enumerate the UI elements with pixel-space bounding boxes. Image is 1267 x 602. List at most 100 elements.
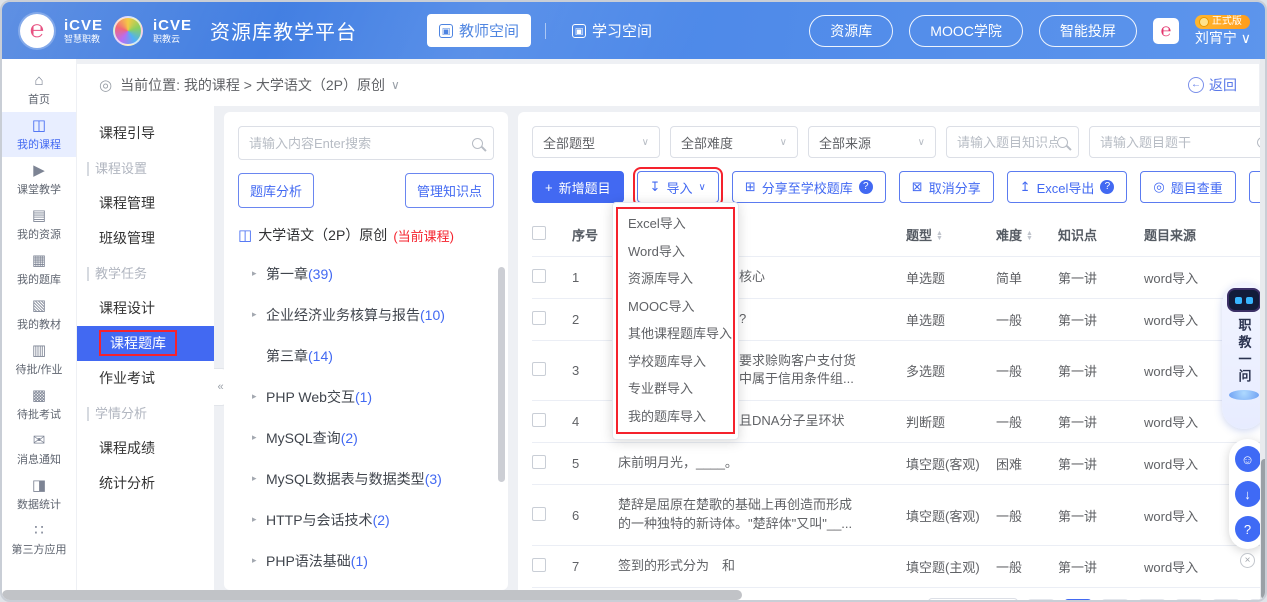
question-stem[interactable]: 床前明月光，____。 xyxy=(618,443,906,485)
menu-item[interactable]: 班级管理 xyxy=(77,221,214,256)
expand-arrow-icon[interactable]: ▸ xyxy=(252,514,266,525)
tree-node[interactable]: ▸ HTTP与会话技术(2) xyxy=(238,499,494,540)
tree-node[interactable]: 第三章(14) xyxy=(238,335,494,376)
help-icon[interactable]: ? xyxy=(859,180,873,194)
row-checkbox[interactable] xyxy=(532,311,546,325)
stem-search-input[interactable] xyxy=(1100,135,1257,150)
expand-arrow-icon[interactable]: ▸ xyxy=(252,555,266,566)
duplicate-check-button[interactable]: ◎ 题目查重 xyxy=(1140,171,1235,203)
cancel-share-button[interactable]: ⊠ 取消分享 xyxy=(899,171,994,203)
toolbar-label: 取消分享 xyxy=(929,178,981,197)
close-icon[interactable]: × xyxy=(1240,553,1255,568)
vertical-scrollbar[interactable] xyxy=(1260,59,1267,602)
sidebar-item-my-textbooks[interactable]: ▧ 我的教材 xyxy=(2,292,76,337)
import-menu-item[interactable]: Word导入 xyxy=(613,238,738,266)
import-button[interactable]: ↧ 导入∨ xyxy=(637,171,719,203)
import-menu-item[interactable]: 专业群导入 xyxy=(613,375,738,403)
sidebar-item-notifications[interactable]: ✉ 消息通知 xyxy=(2,427,76,472)
download-button[interactable]: ↓ xyxy=(1235,481,1261,507)
sort-icon[interactable]: ▲▼ xyxy=(1026,232,1033,241)
tree-node[interactable]: ▸ MySQL数据表与数据类型(3) xyxy=(238,458,494,499)
import-menu-item[interactable]: 资源库导入 xyxy=(613,265,738,293)
menu-item[interactable]: 课程管理 xyxy=(77,186,214,221)
share-button[interactable]: ⊞ 分享至学校题库? xyxy=(732,171,886,203)
row-checkbox[interactable] xyxy=(532,362,546,376)
row-checkbox[interactable] xyxy=(532,269,546,283)
menu-item[interactable]: 作业考试 xyxy=(77,361,214,396)
username[interactable]: 刘宵宁 ∨ xyxy=(1195,30,1251,47)
import-menu-item[interactable]: 其他课程题库导入 xyxy=(613,320,738,348)
bank-analysis-button[interactable]: 题库分析 xyxy=(238,173,314,208)
question-type-select[interactable]: 全部题型 ∨ xyxy=(532,126,660,158)
menu-item[interactable]: 课程设计 xyxy=(77,291,214,326)
sidebar-item-pending-exams[interactable]: ▩ 待批考试 xyxy=(2,382,76,427)
vertical-scrollbar-thumb[interactable] xyxy=(1261,459,1267,599)
row-checkbox[interactable] xyxy=(532,455,546,469)
tree-node[interactable]: ▸ PHP语法基础(1) xyxy=(238,540,494,581)
teacher-space-button[interactable]: ▣ 教师空间 xyxy=(427,14,531,47)
expand-arrow-icon[interactable]: ▸ xyxy=(252,432,266,443)
student-space-button[interactable]: ▣ 学习空间 xyxy=(560,14,664,47)
chevron-down-icon[interactable]: ∨ xyxy=(391,78,400,92)
per-page-select[interactable]: 10条/页∨ xyxy=(928,598,1018,602)
breadcrumb[interactable]: 当前位置: 我的课程 > 大学语文（2P）原创 xyxy=(120,75,385,95)
knowledge-search-input[interactable] xyxy=(957,135,1057,150)
mini-app-logo-icon[interactable]: ℮ xyxy=(1153,18,1179,44)
import-menu-item[interactable]: MOOC导入 xyxy=(613,293,738,321)
sidebar-item-classroom-teaching[interactable]: ▶ 课堂教学 xyxy=(2,157,76,202)
back-button[interactable]: ← 返回 xyxy=(1188,75,1237,95)
plus-button[interactable]: + 新增题目 xyxy=(532,171,624,203)
sidebar-item-pending-homework[interactable]: ▥ 待批/作业 xyxy=(2,337,76,382)
sidebar-item-my-resources[interactable]: ▤ 我的资源 xyxy=(2,202,76,247)
question-knowledge: 第一讲 xyxy=(1058,545,1144,587)
expand-arrow-icon[interactable]: ▸ xyxy=(252,309,266,320)
tree-scrollbar[interactable] xyxy=(498,267,505,482)
expand-arrow-icon[interactable]: ▸ xyxy=(252,268,266,279)
row-checkbox[interactable] xyxy=(532,413,546,427)
row-checkbox[interactable] xyxy=(532,558,546,572)
col-difficulty[interactable]: 难度▲▼ xyxy=(996,214,1058,256)
tree-node[interactable]: ▸ PHP Web交互(1) xyxy=(238,376,494,417)
menu-item[interactable]: 课程题库 xyxy=(77,326,214,361)
menu-item[interactable]: 课程成绩 xyxy=(77,431,214,466)
expand-arrow-icon[interactable]: ▸ xyxy=(252,473,266,484)
question-stem[interactable]: 签到的形式分为 和 xyxy=(618,545,906,587)
student-space-label: 学习空间 xyxy=(592,20,652,41)
horizontal-scrollbar[interactable] xyxy=(2,590,742,600)
question-stem[interactable]: 楚辞是屈原在楚歌的基础上再创造而形成 的一种独特的新诗体。"楚辞体"又叫"__.… xyxy=(618,485,906,546)
import-menu-item[interactable]: Excel导入 xyxy=(613,210,738,238)
sidebar-item-my-courses[interactable]: ◫ 我的课程 xyxy=(2,112,76,157)
sidebar-item-home[interactable]: ⌂ 首页 xyxy=(2,67,76,112)
question-type: 单选题 xyxy=(906,298,996,340)
manage-knowledge-button[interactable]: 管理知识点 xyxy=(405,173,494,208)
sidebar-item-third-party-apps[interactable]: ∷ 第三方应用 xyxy=(2,517,76,562)
import-menu-item[interactable]: 学校题库导入 xyxy=(613,348,738,376)
tree-root[interactable]: ◫ 大学语文（2P）原创 (当前课程) xyxy=(238,225,494,245)
tree-node[interactable]: ▸ 企业经济业务核算与报告(10) xyxy=(238,294,494,335)
help-icon[interactable]: ? xyxy=(1100,180,1114,194)
tree-node[interactable]: ▸ 第一章(39) xyxy=(238,253,494,294)
help-button[interactable]: ? xyxy=(1235,516,1261,542)
tree-node[interactable]: ▸ MySQL查询(2) xyxy=(238,417,494,458)
source-select[interactable]: 全部来源 ∨ xyxy=(808,126,936,158)
menu-item[interactable]: 课程引导 xyxy=(77,116,214,151)
search-icon[interactable] xyxy=(1057,137,1068,148)
smart-cast-link[interactable]: 智能投屏 xyxy=(1039,15,1137,47)
user-box[interactable]: 正式版 刘宵宁 ∨ xyxy=(1195,15,1251,47)
export-button[interactable]: ↥ Excel导出? xyxy=(1007,171,1128,203)
menu-item[interactable]: 统计分析 xyxy=(77,466,214,501)
sidebar-item-my-question-bank[interactable]: ▦ 我的题库 xyxy=(2,247,76,292)
difficulty-select[interactable]: 全部难度 ∨ xyxy=(670,126,798,158)
sort-icon[interactable]: ▲▼ xyxy=(936,232,943,241)
row-checkbox[interactable] xyxy=(532,507,546,521)
support-button[interactable]: ☺ xyxy=(1235,446,1261,472)
tree-search-input[interactable] xyxy=(249,136,472,151)
search-icon[interactable] xyxy=(472,138,483,149)
sidebar-item-data-statistics[interactable]: ◨ 数据统计 xyxy=(2,472,76,517)
expand-arrow-icon[interactable]: ▸ xyxy=(252,391,266,402)
import-menu-item[interactable]: 我的题库导入 xyxy=(613,403,738,431)
mooc-college-link[interactable]: MOOC学院 xyxy=(909,15,1023,47)
resource-library-link[interactable]: 资源库 xyxy=(809,15,893,47)
col-type[interactable]: 题型▲▼ xyxy=(906,214,996,256)
select-all-checkbox[interactable] xyxy=(532,226,546,240)
